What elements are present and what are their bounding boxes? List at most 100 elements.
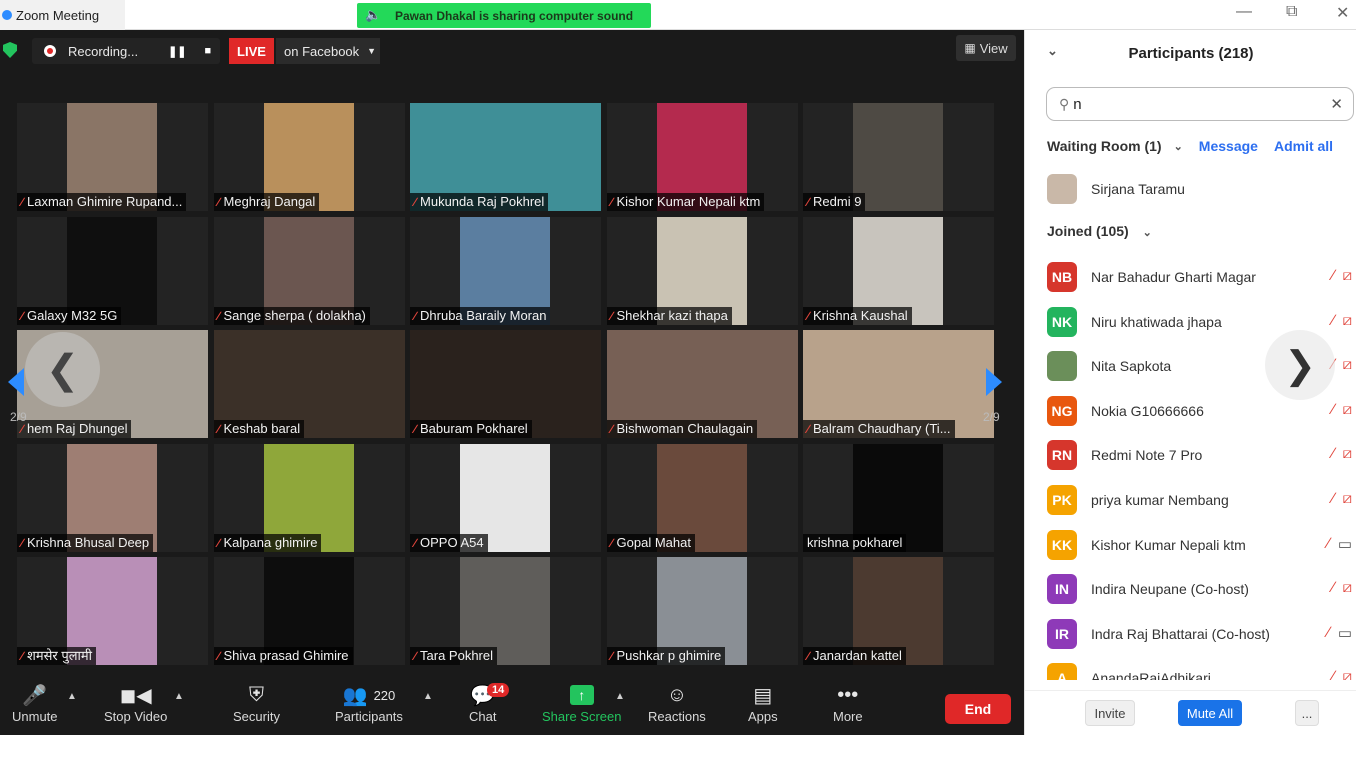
- microphone-muted-icon: ∕: [807, 649, 810, 663]
- previous-page-arrow-icon[interactable]: [8, 368, 24, 396]
- stop-recording-icon[interactable]: ■: [205, 45, 212, 57]
- unmute-button[interactable]: 🎤 Unmute: [12, 681, 58, 725]
- message-button[interactable]: Message: [1199, 138, 1258, 154]
- microphone-muted-icon: ∕: [414, 649, 417, 663]
- waiting-room-chevron-icon[interactable]: ⌄: [1174, 140, 1183, 153]
- video-tile[interactable]: ∕ Redmi 9: [803, 103, 994, 211]
- next-page-arrow-icon[interactable]: [986, 368, 1002, 396]
- minimize-icon[interactable]: —: [1236, 3, 1252, 21]
- video-tile[interactable]: ∕ Sange sherpa ( dolakha): [213, 216, 405, 325]
- participants-options-caret-icon[interactable]: ▲: [423, 691, 433, 702]
- end-meeting-button[interactable]: End: [945, 694, 1011, 724]
- microphone-muted-icon: 🎤: [22, 684, 48, 707]
- video-off-icon: ⧄: [1342, 400, 1352, 418]
- video-tile[interactable]: ∕ Galaxy M32 5G: [17, 216, 208, 325]
- audio-options-caret-icon[interactable]: ▲: [67, 691, 77, 702]
- window-tab[interactable]: Zoom Meeting: [0, 0, 125, 30]
- microphone-muted-icon: ∕: [21, 422, 24, 436]
- participant-name: priya kumar Nembang: [1091, 492, 1229, 508]
- reactions-button[interactable]: ☺ Reactions: [648, 681, 706, 725]
- stop-video-button[interactable]: ◼◀ Stop Video: [104, 681, 167, 725]
- mute-all-button[interactable]: Mute All: [1178, 700, 1242, 726]
- clear-search-icon[interactable]: ✕: [1330, 95, 1343, 113]
- participant-name-label: ∕ hem Raj Dhungel: [17, 420, 132, 438]
- video-tile[interactable]: ∕ Kalpana ghimire: [213, 443, 405, 552]
- participant-row[interactable]: NB Nar Bahadur Gharti Magar ∕ ⧄: [1047, 256, 1352, 298]
- tile-name: Redmi 9: [813, 194, 862, 209]
- tile-name: Krishna Bhusal Deep: [27, 534, 150, 550]
- participant-name: Nokia G10666666: [1091, 402, 1204, 419]
- share-options-caret-icon[interactable]: ▲: [615, 691, 625, 702]
- video-tile[interactable]: ∕ Laxman Ghimire Rupand...: [17, 103, 208, 211]
- video-off-icon: ⧄: [1342, 311, 1352, 329]
- live-target-label: on Facebook: [284, 43, 360, 59]
- waiting-participant-row[interactable]: Sirjana Taramu: [1047, 168, 1352, 210]
- participant-name-label: ∕ Shiva prasad Ghimire: [213, 647, 353, 665]
- video-tile[interactable]: ∕ Keshab baral: [213, 330, 405, 438]
- close-icon[interactable]: ✕: [1336, 3, 1349, 23]
- video-tile[interactable]: ∕ OPPO A54: [410, 443, 601, 552]
- video-tile[interactable]: krishna pokharel: [803, 443, 994, 552]
- share-screen-button[interactable]: ↑ Share Screen: [542, 681, 622, 724]
- avatar: [1047, 351, 1077, 382]
- admit-all-button[interactable]: Admit all: [1274, 138, 1333, 154]
- video-tile[interactable]: ∕ Janardan kattel: [803, 557, 994, 665]
- participant-row[interactable]: IR Indra Raj Bhattarai (Co-host) ∕ ▭: [1047, 613, 1352, 655]
- tile-name: Sange sherpa ( dolakha): [223, 307, 366, 323]
- encryption-shield-icon[interactable]: [3, 42, 17, 58]
- video-tile[interactable]: ∕ Krishna Bhusal Deep: [17, 443, 208, 552]
- more-button[interactable]: ••• More: [833, 681, 863, 725]
- video-tile[interactable]: ∕ Meghraj Dangal: [213, 103, 405, 211]
- participant-row[interactable]: A AnandaRajAdhikari ∕ ⧄: [1047, 657, 1352, 680]
- participant-row[interactable]: PK priya kumar Nembang ∕ ⧄: [1047, 479, 1352, 521]
- video-tile[interactable]: ∕ Tara Pokhrel: [410, 557, 601, 665]
- apps-button[interactable]: ▤ Apps: [748, 681, 778, 725]
- participant-name: Indra Raj Bhattarai (Co-host): [1091, 625, 1270, 642]
- video-tile[interactable]: ∕ Mukunda Raj Pokhrel: [410, 103, 601, 211]
- video-tile[interactable]: ∕ Shekhar kazi thapa: [606, 216, 798, 325]
- video-off-icon: ⧄: [1342, 267, 1352, 284]
- video-tile[interactable]: ∕ Bishwoman Chaulagain: [606, 330, 798, 438]
- video-tile[interactable]: ∕ Balram Chaudhary (Ti...: [803, 330, 994, 438]
- participant-row[interactable]: KK Kishor Kumar Nepali ktm ∕ ▭: [1047, 524, 1352, 566]
- video-tile[interactable]: ∕ शमसेर पुलामी: [17, 557, 208, 665]
- video-tile[interactable]: ∕ Krishna Kaushal: [803, 216, 994, 325]
- microphone-muted-icon: ∕: [807, 422, 810, 436]
- video-off-icon: ⧄: [1342, 668, 1352, 680]
- next-page-button[interactable]: ❯: [1265, 330, 1335, 400]
- participant-row[interactable]: IN Indira Neupane (Co-host) ∕ ⧄: [1047, 568, 1352, 610]
- participant-row[interactable]: RN Redmi Note 7 Pro ∕ ⧄: [1047, 434, 1352, 476]
- participant-search-input[interactable]: ⚲ n ✕: [1046, 87, 1354, 121]
- video-tile[interactable]: ∕ Shiva prasad Ghimire: [213, 557, 405, 665]
- participant-name: Niru khatiwada jhapa: [1091, 313, 1222, 330]
- restore-icon[interactable]: ⧉: [1286, 3, 1297, 21]
- microphone-muted-icon: ∕: [414, 308, 417, 323]
- security-button[interactable]: ⛨ Security: [233, 681, 280, 725]
- participant-status-icons: ∕ ▭: [1327, 624, 1352, 642]
- video-tile[interactable]: ∕ Baburam Pokharel: [410, 330, 601, 438]
- video-options-caret-icon[interactable]: ▲: [174, 691, 184, 702]
- live-target-dropdown[interactable]: on Facebook ▼: [276, 38, 380, 64]
- microphone-muted-icon: ∕: [414, 422, 417, 436]
- invite-button[interactable]: Invite: [1085, 700, 1135, 726]
- pause-recording-icon[interactable]: ❚❚: [168, 45, 186, 58]
- participants-button[interactable]: 👥 220 Participants: [335, 681, 403, 725]
- video-tile[interactable]: ∕ Dhruba Baraily Moran: [410, 216, 601, 325]
- video-tile[interactable]: ∕ Pushkar p ghimire: [606, 557, 798, 665]
- security-label: Security: [233, 709, 280, 724]
- meeting-top-strip: Recording... ❚❚ ■ LIVE on Facebook ▼ ▦ V…: [0, 30, 1024, 72]
- share-banner-text: Pawan Dhakal is sharing computer sound: [395, 8, 634, 23]
- video-off-icon: ⧄: [1342, 445, 1352, 463]
- more-options-button[interactable]: ...: [1295, 700, 1319, 726]
- view-button[interactable]: ▦ View: [956, 35, 1016, 61]
- previous-page-button[interactable]: ❮: [25, 332, 100, 407]
- participant-name: Redmi Note 7 Pro: [1091, 447, 1203, 464]
- speaker-icon: 🔈: [365, 7, 382, 22]
- participants-title: Participants (218): [1128, 44, 1254, 62]
- video-tile[interactable]: ∕ Kishor Kumar Nepali ktm: [606, 103, 798, 211]
- video-off-icon: ⧄: [1342, 490, 1352, 507]
- video-tile[interactable]: ∕ Gopal Mahat: [606, 443, 798, 552]
- collapse-chevron-icon[interactable]: ⌄: [1047, 43, 1058, 59]
- waiting-room-label[interactable]: Waiting Room (1): [1047, 138, 1162, 154]
- joined-header[interactable]: Joined (105) ⌄: [1047, 223, 1152, 239]
